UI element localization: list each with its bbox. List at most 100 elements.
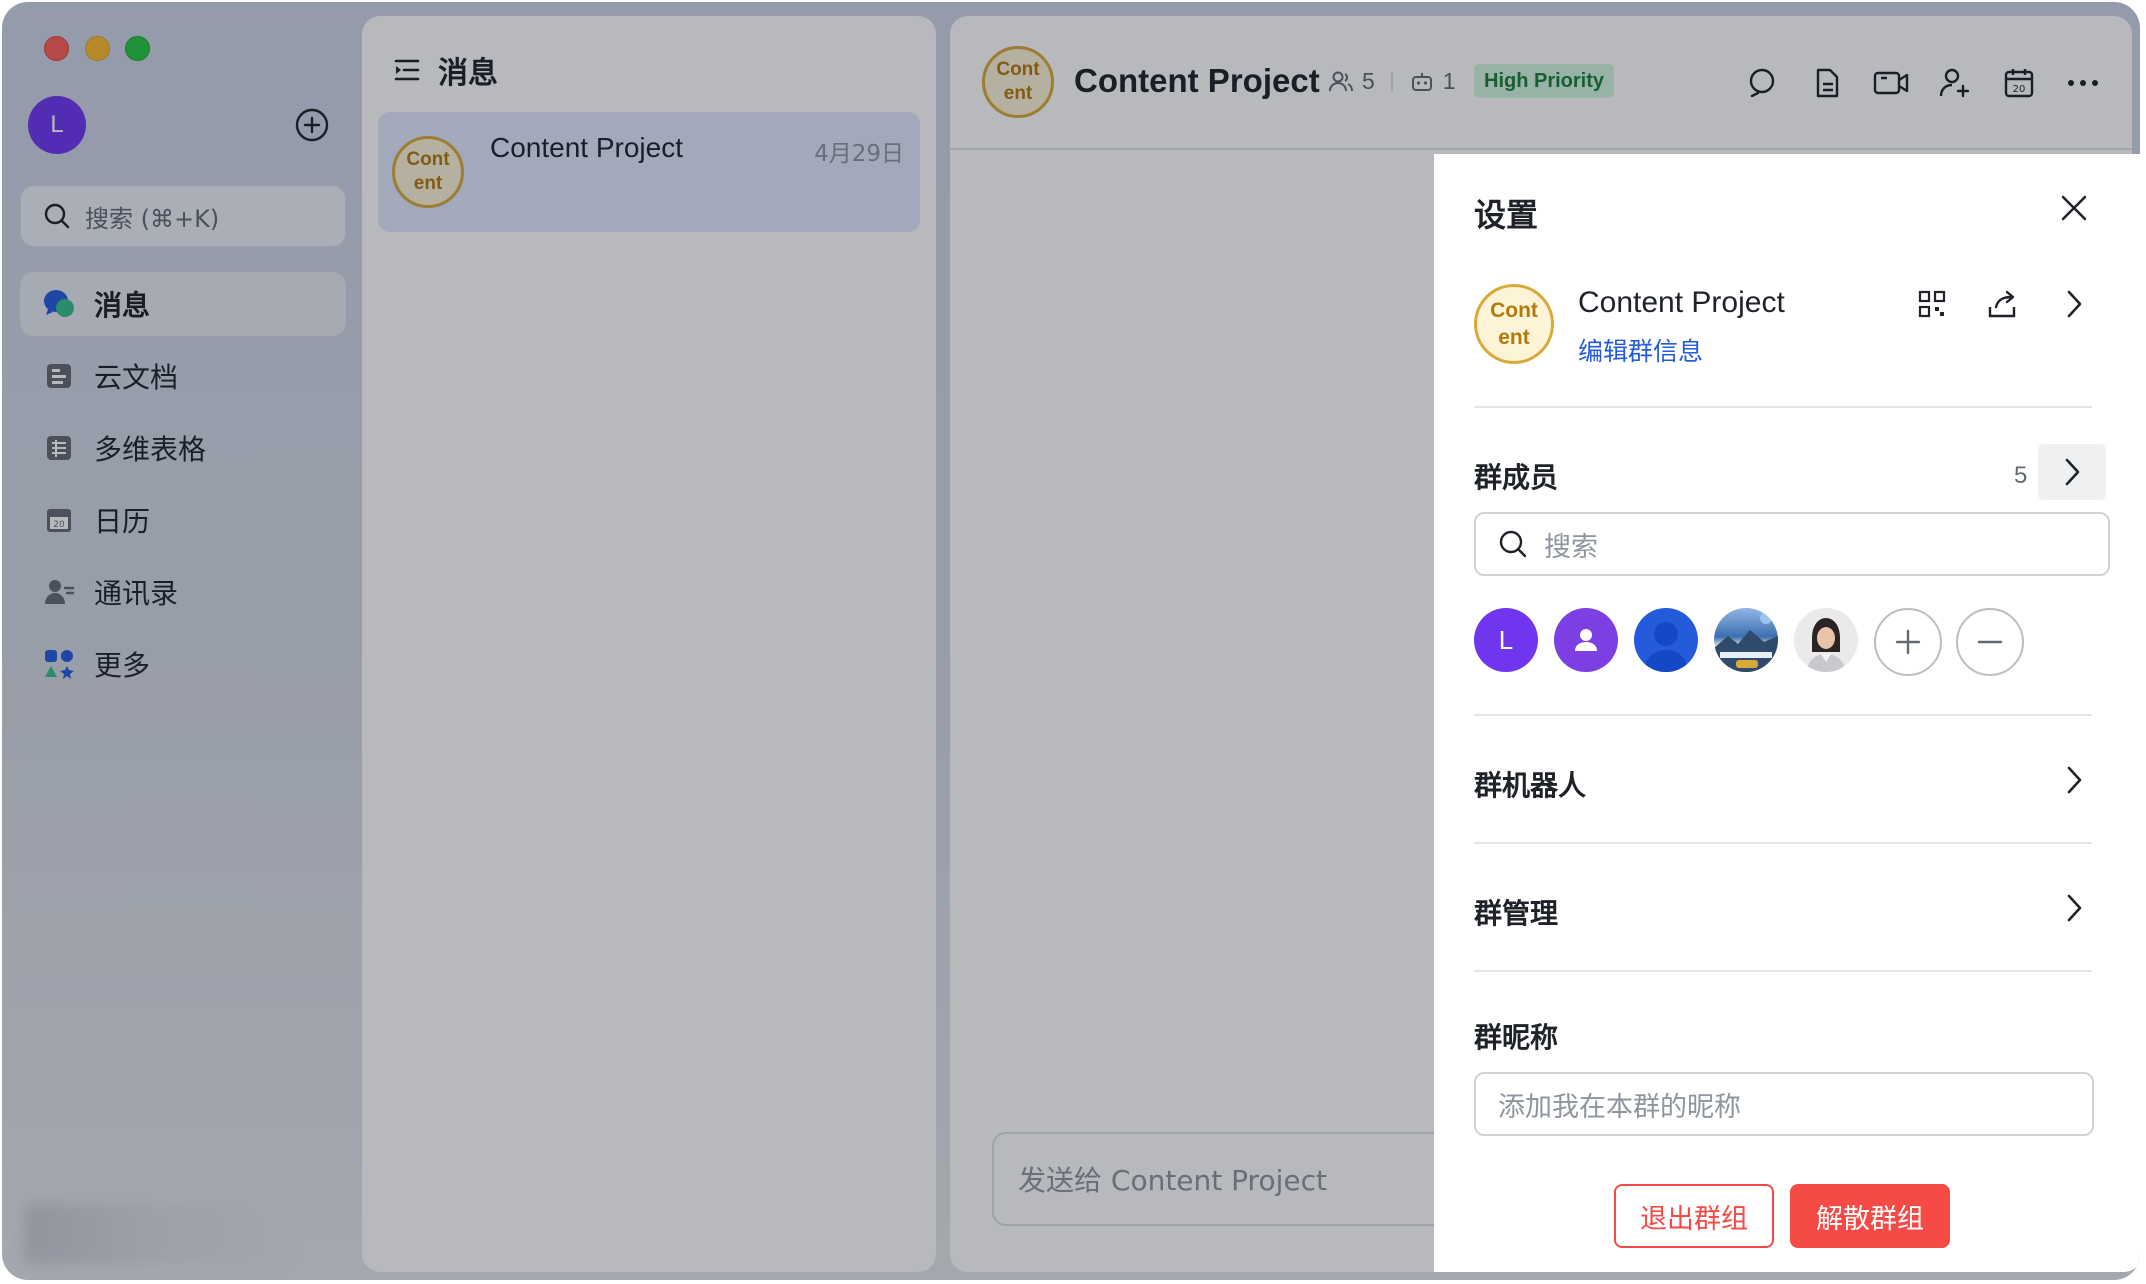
sidebar-item-label: 多维表格 [94,433,207,466]
group-avatar[interactable]: Cont ent [1474,284,1554,364]
settings-title: 设置 [1474,196,1539,234]
global-search-placeholder: 搜索 (⌘+K) [85,204,220,233]
sidebar-item-more[interactable]: 更多 [20,632,346,696]
chevron-right-icon[interactable] [2054,284,2094,324]
conversation-list: 消息 Cont ent Content Project 4月29日 [362,16,936,1272]
search-icon [43,202,71,230]
divider [1474,842,2092,844]
base-table-icon [42,431,76,465]
chat-header: Cont ent Content Project 5 1 High Priori… [950,16,2132,150]
divider [1474,406,2092,408]
group-avatar: Cont ent [392,136,464,208]
member-avatar[interactable] [1554,608,1618,672]
sidebar-item-label: 更多 [94,649,151,682]
member-avatar[interactable]: L [1474,608,1538,672]
nickname-placeholder: 添加我在本群的昵称 [1498,1091,1741,1123]
close-icon[interactable] [2054,188,2094,228]
avatar-text: ent [413,173,443,194]
minus-icon [1976,628,2004,656]
member-count: 5 [1362,68,1375,94]
conversation-item[interactable]: Cont ent Content Project 4月29日 [378,112,920,232]
settings-panel: 设置 Cont ent Content Project 编辑群信息 群成员 5 [1434,154,2140,1272]
contacts-icon [42,575,76,609]
member-search-input[interactable]: 搜索 [1474,512,2110,576]
chat-meta: 5 1 [1328,68,1456,95]
add-icon[interactable] [294,107,330,143]
more-apps-icon [42,647,76,681]
window-close-button[interactable] [44,36,69,61]
sidebar-item-label: 消息 [94,289,151,322]
bot-icon [1409,69,1435,95]
chat-title[interactable]: Content Project [1074,62,1320,100]
conversation-date: 4月29日 [814,141,904,167]
members-icon [1328,69,1354,95]
search-icon [1498,529,1528,559]
sidebar-item-docs[interactable]: 云文档 [20,344,346,408]
member-avatar[interactable] [1634,608,1698,672]
members-expand-button[interactable] [2038,444,2106,500]
window-maximize-button[interactable] [125,36,150,61]
divider [1474,714,2092,716]
remove-member-button[interactable] [1956,608,2024,676]
blurred-profile-area [24,1204,284,1264]
sidebar-item-messages[interactable]: 消息 [20,272,346,336]
divider [1474,970,2092,972]
group-name: Content Project [1578,286,1785,319]
chat-group-avatar[interactable]: Cont ent [982,46,1054,118]
sidebar-item-contacts[interactable]: 通讯录 [20,560,346,624]
list-title: 消息 [438,56,498,91]
search-icon[interactable] [1744,64,1782,102]
add-member-button[interactable] [1874,608,1942,676]
group-nickname-label: 群昵称 [1474,1021,1559,1054]
sidebar-item-calendar[interactable]: 20 日历 [20,488,346,552]
video-call-icon[interactable] [1872,64,1910,102]
leave-group-button[interactable]: 退出群组 [1614,1184,1774,1248]
document-icon[interactable] [1808,64,1846,102]
add-member-icon[interactable] [1936,64,1974,102]
group-bots-label[interactable]: 群机器人 [1474,764,1586,804]
svg-text:20: 20 [53,520,65,530]
chevron-right-icon [2063,457,2081,487]
window-minimize-button[interactable] [85,36,110,61]
chevron-right-icon[interactable] [2054,760,2094,800]
sidebar-nav: L 搜索 (⌘+K) 消息 云文档 多维表格 20 日历 通讯录 更多 [2,2,360,1280]
sidebar-item-label: 通讯录 [94,577,179,610]
messages-icon [42,287,76,321]
calendar-icon: 20 [42,503,76,537]
members-count: 5 [2014,462,2028,489]
priority-tag[interactable]: High Priority [1474,64,1615,98]
person-icon [1571,625,1601,655]
person-icon [1634,608,1698,672]
avatar-text: ent [1003,83,1033,104]
edit-group-info-link[interactable]: 编辑群信息 [1578,332,1703,368]
meta-divider [1390,71,1393,92]
group-nickname-input[interactable]: 添加我在本群的昵称 [1474,1072,2094,1136]
sidebar-item-label: 云文档 [94,361,179,394]
qr-code-icon[interactable] [1912,284,1952,324]
more-options-icon[interactable] [2064,64,2102,102]
menu-collapse-icon[interactable] [392,55,422,85]
members-section-label: 群成员 [1474,461,1559,494]
member-avatar-landscape-photo[interactable] [1714,608,1778,672]
plus-icon [1894,628,1922,656]
sidebar-item-base[interactable]: 多维表格 [20,416,346,480]
composer-placeholder: 发送给 Content Project [1018,1164,1327,1197]
user-avatar[interactable]: L [28,96,86,154]
avatar-text: Cont [996,59,1040,80]
svg-text:20: 20 [2013,84,2026,95]
avatar-text: Cont [1490,299,1538,322]
global-search-input[interactable]: 搜索 (⌘+K) [20,185,346,247]
disband-group-button[interactable]: 解散群组 [1790,1184,1950,1248]
sidebar-item-label: 日历 [94,505,151,538]
member-avatar-woman-portrait[interactable] [1794,608,1858,672]
docs-icon [42,359,76,393]
list-header: 消息 [392,48,498,92]
group-management-label[interactable]: 群管理 [1474,892,1558,932]
bot-count: 1 [1442,68,1456,94]
conversation-name: Content Project [490,132,683,163]
avatar-text: L [1498,624,1514,655]
share-icon[interactable] [1982,284,2022,324]
calendar-icon[interactable]: 20 [2000,64,2038,102]
chevron-right-icon[interactable] [2054,888,2094,928]
avatar-text: Cont [406,149,450,170]
